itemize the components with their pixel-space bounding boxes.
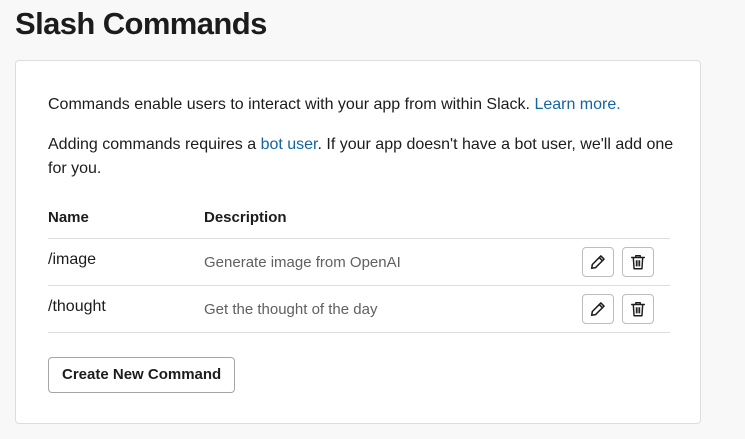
edit-command-button[interactable] <box>582 247 614 277</box>
column-header-name: Name <box>48 209 89 226</box>
bot-text-before: Adding commands requires a <box>48 136 261 153</box>
learn-more-link[interactable]: Learn more. <box>534 96 620 113</box>
commands-card: Commands enable users to interact with y… <box>15 60 701 424</box>
bot-user-paragraph: Adding commands requires a bot user. If … <box>48 133 678 181</box>
edit-command-button[interactable] <box>582 294 614 324</box>
page-title: Slash Commands <box>15 6 267 41</box>
table-header: Name Description <box>48 205 670 239</box>
delete-command-button[interactable] <box>622 247 654 277</box>
commands-table: Name Description /image Generate image f… <box>48 205 670 333</box>
pencil-icon <box>590 302 605 317</box>
trash-icon <box>630 302 646 317</box>
intro-paragraph: Commands enable users to interact with y… <box>48 93 678 117</box>
intro-text: Commands enable users to interact with y… <box>48 96 535 113</box>
delete-command-button[interactable] <box>622 294 654 324</box>
command-description: Get the thought of the day <box>204 301 378 318</box>
column-header-description: Description <box>204 209 287 226</box>
command-name: /thought <box>48 298 106 315</box>
table-row: /thought Get the thought of the day <box>48 286 670 333</box>
command-description: Generate image from OpenAI <box>204 254 401 271</box>
slash-commands-page: Slash Commands Commands enable users to … <box>0 0 745 439</box>
command-name: /image <box>48 251 97 268</box>
create-new-command-button[interactable]: Create New Command <box>48 357 236 393</box>
trash-icon <box>630 255 646 270</box>
table-row: /image Generate image from OpenAI <box>48 239 670 286</box>
pencil-icon <box>590 255 605 270</box>
bot-user-link[interactable]: bot user <box>261 136 318 153</box>
